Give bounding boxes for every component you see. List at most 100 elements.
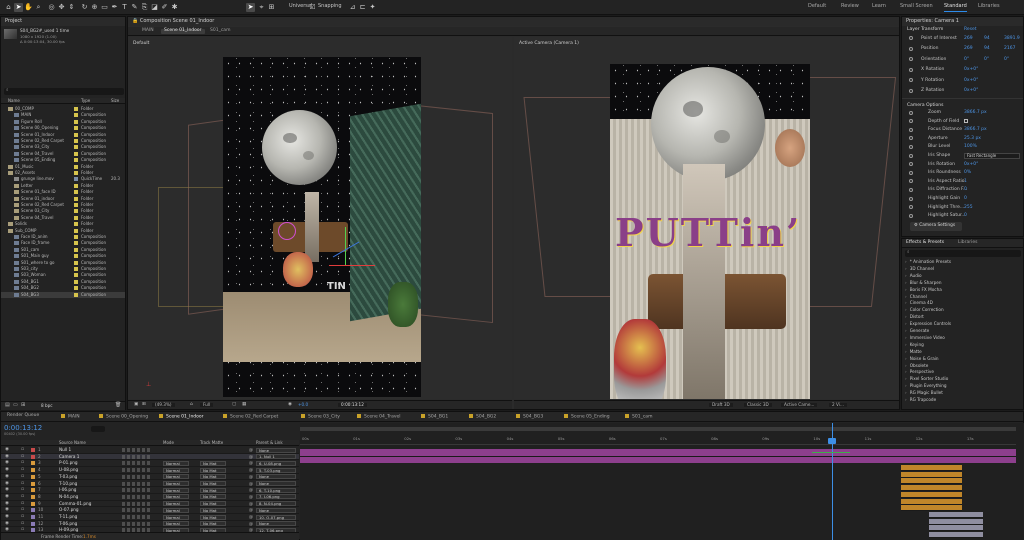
lock-icon[interactable]: ▫ [21,488,24,493]
lock-icon[interactable]: ▫ [21,521,24,527]
layer-label-color[interactable] [31,501,35,506]
column-header-mode[interactable]: Mode [163,441,174,445]
layer-mode-dropdown[interactable]: Normal [163,507,189,513]
puppet-pin-icon[interactable]: ✦ [368,3,377,12]
property-value[interactable]: 0% [964,171,971,176]
new-composition-icon[interactable]: ⊞ [21,403,25,408]
property-value[interactable]: 3866.7 px [964,128,987,133]
snapping-checkbox-icon[interactable]: ☑ [308,3,317,12]
workspace-default[interactable]: Default [808,4,826,9]
label-color-chip[interactable] [74,260,78,265]
stopwatch-icon[interactable] [909,205,913,210]
property-value[interactable]: 0x+0° [964,88,978,94]
label-color-chip[interactable] [74,235,78,239]
layer-switches[interactable] [122,488,152,493]
playhead-handle[interactable] [828,438,836,444]
layer-label-color[interactable] [31,515,35,519]
property-value[interactable]: 255 [964,205,973,211]
project-item[interactable]: S04_BG3 Composition [1,291,125,298]
track-matte-dropdown[interactable]: No Mat [200,474,226,480]
eraser-tool-icon[interactable]: ◪ [150,3,159,12]
layer-mode-dropdown[interactable]: Normal [163,474,189,480]
stopwatch-icon[interactable] [909,78,913,82]
parent-pickwhip-icon[interactable]: @ [249,481,253,486]
preview-toggle-icon[interactable]: ▣ [134,402,138,408]
label-color-chip[interactable] [74,139,78,143]
layer-switches[interactable] [122,454,152,459]
timeline-tab[interactable]: Scene 01_Indoor [159,414,204,420]
snap-options-icon[interactable]: ⊿ [348,3,357,12]
parent-pickwhip-icon[interactable]: @ [249,494,253,499]
lock-icon[interactable]: ▫ [21,494,24,500]
iris-shape-dropdown[interactable]: Fast Rectangle [964,152,1020,159]
breadcrumb-scene01-indoor[interactable]: Scene 01_Indoor [161,28,205,34]
label-color-chip[interactable] [74,196,78,201]
workspace-review[interactable]: Review [841,4,859,9]
dolly-camera-icon[interactable]: ⇕ [67,3,76,12]
parent-pickwhip-icon[interactable]: @ [249,488,253,492]
label-color-chip[interactable] [74,273,78,278]
layer-mode-dropdown[interactable]: Normal [163,467,189,473]
snap-edges-icon[interactable]: ⊏ [358,3,367,12]
layer-bar-camera[interactable] [300,456,1016,463]
layer-row[interactable]: ◉ ▫ 2 Camera 1 @1. Null 1 [1,453,299,461]
label-color-chip[interactable] [74,177,78,182]
layer-mode-dropdown[interactable]: Normal [163,494,189,500]
grid-toggle-icon[interactable]: ⊞ [142,402,146,408]
layer-mode-dropdown[interactable]: Normal [163,481,189,486]
stopwatch-icon[interactable] [909,213,913,218]
parent-link-dropdown[interactable]: 5. T-03.png [256,467,296,473]
lock-icon[interactable]: ▫ [21,474,24,480]
layer-source-name[interactable]: Comma-01.png [59,501,91,506]
layer-bar[interactable] [929,532,983,538]
parent-pickwhip-icon[interactable]: @ [249,454,253,459]
home-icon[interactable]: ⌂ [4,3,13,12]
tab-effects-presets[interactable]: Effects & Presets [906,240,944,246]
layer-mode-dropdown[interactable]: Normal [163,460,189,466]
timeline-tab[interactable]: S04_BG2 [469,414,496,420]
parent-pickwhip-icon[interactable]: @ [249,508,253,512]
new-folder-icon[interactable]: ▭ [13,403,18,408]
layer-bar-null[interactable] [300,449,1016,456]
timeline-tab[interactable]: S01_cam [625,414,652,420]
pen-tool-icon[interactable]: ✒ [110,3,119,12]
layer-label-color[interactable] [31,468,35,473]
property-value[interactable]: 0 [964,214,967,219]
layer-search-input[interactable] [91,426,105,432]
layer-label-color[interactable] [31,448,35,452]
layer-mode-dropdown[interactable]: Normal [163,501,189,507]
property-value[interactable]: 25.3 px [964,136,981,142]
layer-bar[interactable] [929,525,983,532]
stopwatch-icon[interactable] [909,110,913,115]
label-color-chip[interactable] [74,107,78,111]
breadcrumb-s01-cam[interactable]: S01_cam [210,28,230,34]
workspace-small-screen[interactable]: Small Screen [900,4,933,9]
layer-switches[interactable] [122,474,152,479]
layer-label-color[interactable] [31,494,35,499]
visibility-eye-icon[interactable]: ◉ [5,474,9,480]
current-time-display[interactable]: 0:00:13:12 [338,402,367,408]
timeline-tab[interactable]: Scene 02_Red Carpet [223,414,278,420]
column-header-source-name[interactable]: Source Name [59,441,86,445]
layer-source-name[interactable]: T-03.png [59,474,77,479]
stopwatch-icon[interactable] [909,67,913,72]
label-color-chip[interactable] [74,113,78,118]
timeline-tab[interactable]: Render Queue [7,413,39,419]
brush-tool-icon[interactable]: ✎ [130,3,139,12]
property-value[interactable]: 0° [984,57,989,63]
track-matte-dropdown[interactable]: No Mat [200,501,226,507]
layer-bar[interactable] [900,471,963,478]
rectangle-tool-icon[interactable]: ▭ [100,3,109,12]
timeline-tab[interactable]: S04_BG1 [421,414,448,420]
parent-pickwhip-icon[interactable]: @ [249,461,253,465]
layer-bar[interactable] [900,465,963,471]
property-value[interactable]: 2167 [1004,46,1015,52]
layer-row[interactable]: ◉ ▫ 3 P-01.png Normal No Mat @6. U-08.png [1,460,299,468]
label-color-chip[interactable] [74,209,78,214]
layer-row[interactable]: ◉ ▫ 9 Comma-01.png Normal No Mat @8. N-04.png [1,501,299,508]
layer-switches[interactable] [122,448,152,452]
property-value[interactable]: 0 [964,188,967,193]
label-color-chip[interactable] [74,247,78,252]
stopwatch-icon[interactable] [909,127,913,132]
tab-libraries[interactable]: Libraries [958,240,977,246]
